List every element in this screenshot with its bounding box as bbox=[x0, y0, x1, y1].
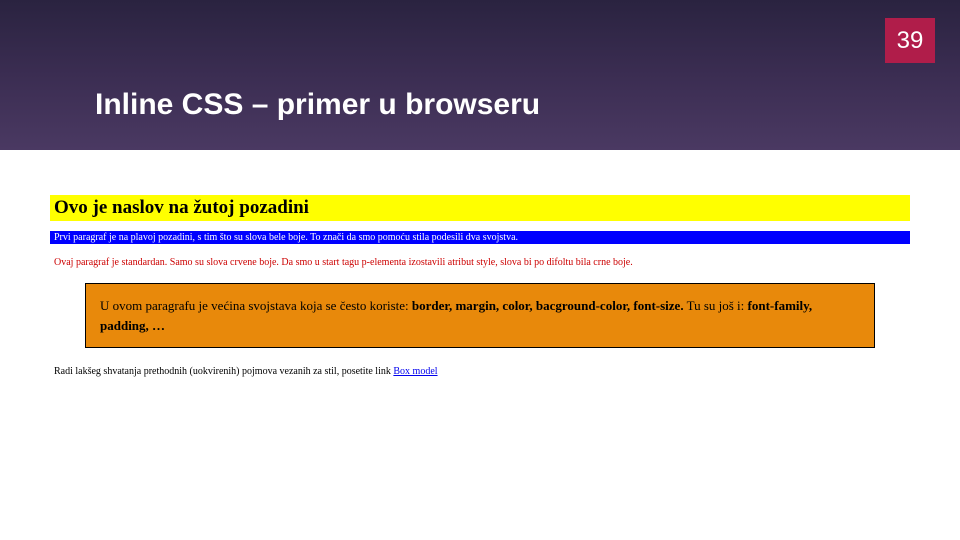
plain-text-prefix: Radi lakšeg shvatanja prethodnih (uokvir… bbox=[54, 366, 393, 377]
orange-bold-1: border, margin, color, bacground-color, … bbox=[412, 298, 684, 313]
example-paragraph-orange-bordered: U ovom paragrafu je većina svojstava koj… bbox=[85, 283, 875, 348]
page-number-badge: 39 bbox=[885, 18, 935, 63]
example-paragraph-plain: Radi lakšeg shvatanja prethodnih (uokvir… bbox=[50, 366, 910, 377]
example-paragraph-blue: Prvi paragraf je na plavoj pozadini, s t… bbox=[50, 231, 910, 244]
orange-text-mid: Tu su još i: bbox=[684, 298, 748, 313]
slide-header: 39 Inline CSS – primer u browseru bbox=[0, 0, 960, 150]
slide-title: Inline CSS – primer u browseru bbox=[95, 88, 540, 122]
orange-text-prefix: U ovom paragrafu je većina svojstava koj… bbox=[100, 298, 412, 313]
box-model-link[interactable]: Box model bbox=[393, 366, 437, 377]
example-heading-yellow: Ovo je naslov na žutoj pozadini bbox=[50, 195, 910, 221]
example-paragraph-red: Ovaj paragraf je standardan. Samo su slo… bbox=[50, 256, 910, 269]
slide-content: Ovo je naslov na žutoj pozadini Prvi par… bbox=[0, 150, 960, 377]
